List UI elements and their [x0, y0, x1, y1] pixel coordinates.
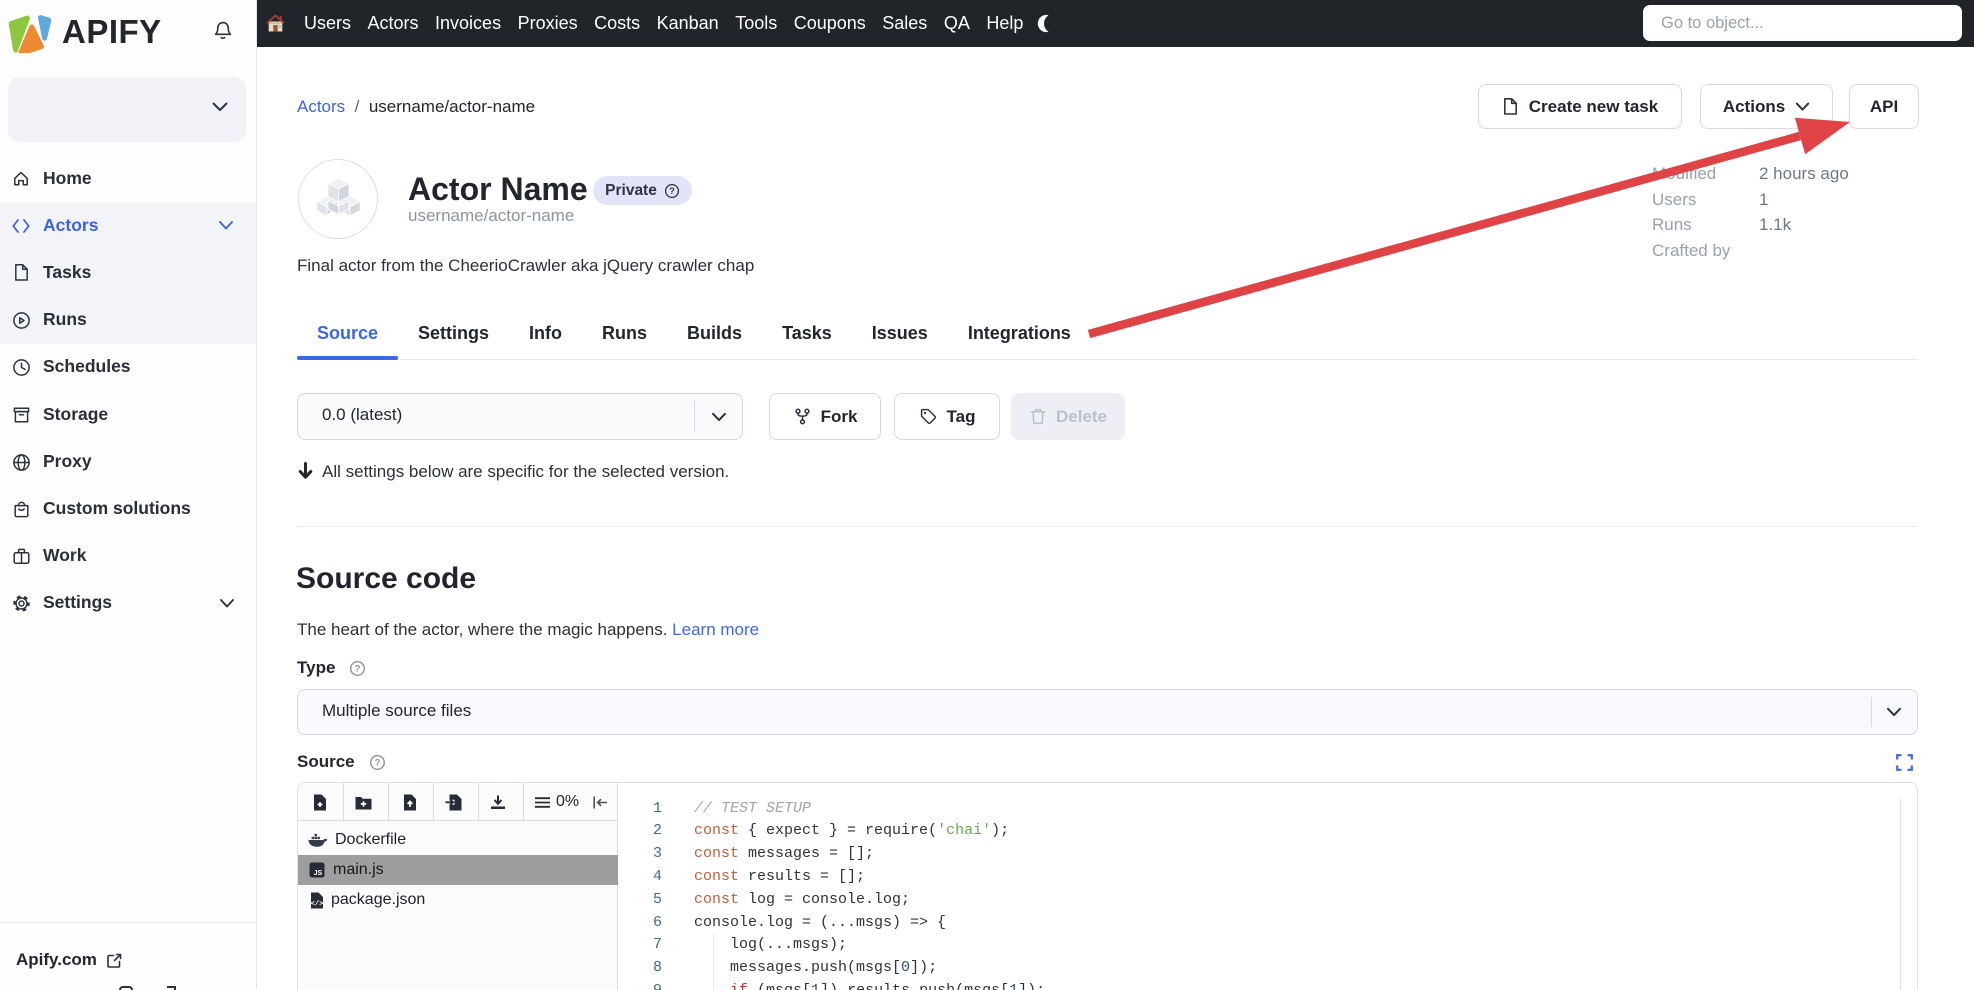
svg-text:?: ? [669, 186, 675, 196]
svg-text:?: ? [374, 757, 380, 768]
svg-text:JS: JS [314, 870, 323, 877]
svg-text:?: ? [355, 663, 361, 674]
svg-text:</>: </> [311, 900, 324, 908]
